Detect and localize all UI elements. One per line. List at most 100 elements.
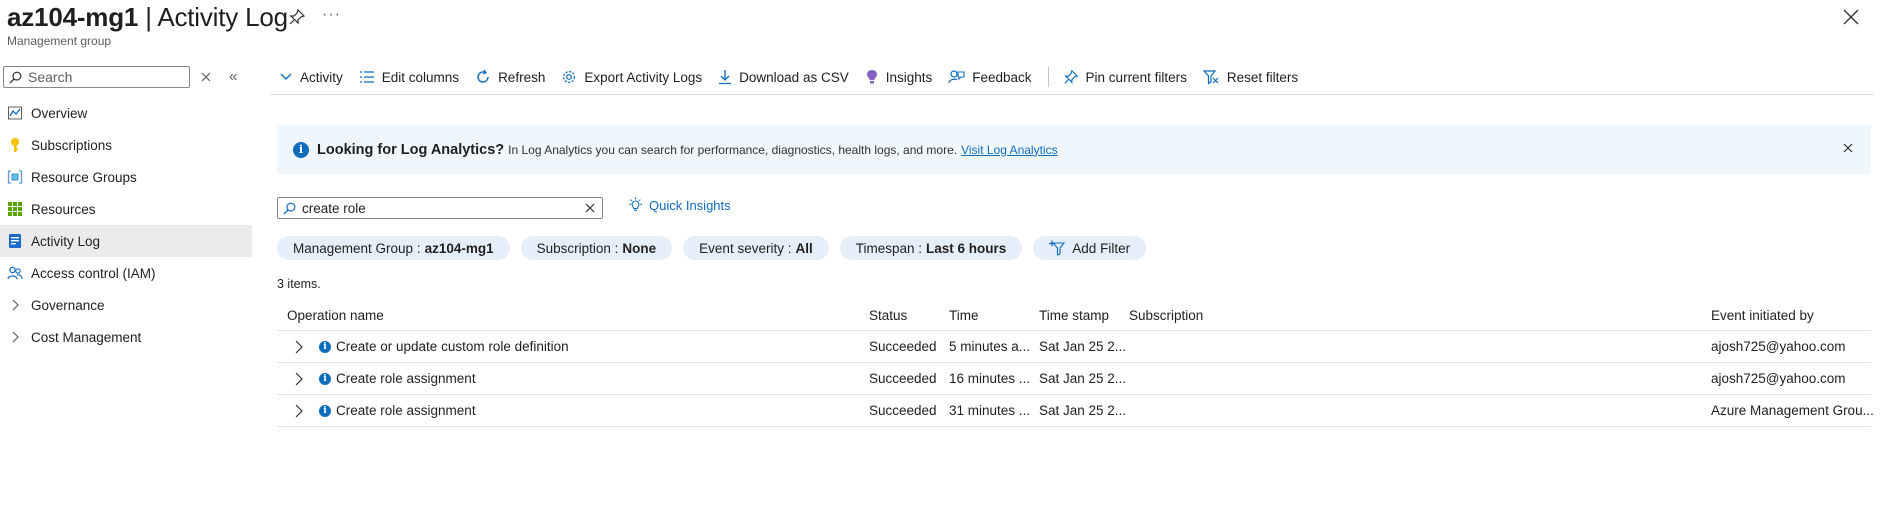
sidebar-item-subscriptions[interactable]: Subscriptions [0, 129, 252, 161]
filter-pill-timespan[interactable]: Timespan : Last 6 hours [839, 236, 1023, 260]
more-options-icon[interactable]: ··· [322, 6, 341, 24]
banner-text: In Log Analytics you can search for perf… [508, 142, 958, 157]
insights-button[interactable]: Insights [865, 69, 932, 85]
sidebar-nav: Overview Subscriptions Resource Groups R… [0, 97, 252, 353]
sidebar-item-label: Governance [31, 297, 105, 313]
activity-search-input[interactable] [302, 200, 582, 216]
pin-current-filters-button[interactable]: Pin current filters [1063, 69, 1187, 85]
chevron-right-icon [7, 331, 23, 343]
info-icon: i [319, 373, 331, 385]
refresh-icon [477, 69, 489, 83]
visit-log-analytics-link[interactable]: Visit Log Analytics [961, 143, 1058, 157]
sidebar-item-activity-log[interactable]: Activity Log [0, 225, 252, 257]
download-icon [719, 70, 732, 85]
insights-bulb-icon [866, 70, 877, 84]
operation-name[interactable]: Create role assignment [336, 371, 476, 386]
sidebar-item-resources[interactable]: Resources [0, 193, 252, 225]
activity-search-box[interactable] [277, 197, 603, 219]
sidebar-search[interactable] [3, 66, 190, 88]
overview-icon [7, 105, 23, 121]
quick-insights-link[interactable]: Quick Insights [627, 197, 731, 214]
refresh-button[interactable]: Refresh [475, 69, 545, 85]
sidebar-item-label: Subscriptions [31, 137, 113, 153]
initiated-by-cell: Azure Management Grou... [1711, 403, 1874, 418]
activity-table: Operation name Status Time Time stamp Su… [277, 300, 1874, 427]
column-header-subscription[interactable]: Subscription [1129, 308, 1203, 323]
export-activity-logs-button[interactable]: Export Activity Logs [561, 69, 702, 85]
timestamp-cell: Sat Jan 25 2... [1039, 339, 1127, 354]
sidebar-item-label: Overview [31, 105, 88, 121]
sidebar-item-resource-groups[interactable]: Resource Groups [0, 161, 252, 193]
info-banner: i Looking for Log Analytics? In Log Anal… [277, 125, 1871, 174]
operation-name[interactable]: Create role assignment [336, 403, 476, 418]
activity-log-icon [7, 233, 23, 249]
expand-chevron-icon[interactable] [293, 372, 305, 386]
key-icon [7, 137, 23, 153]
table-row[interactable]: i Create role assignment Succeeded 16 mi… [277, 363, 1871, 395]
operation-name[interactable]: Create or update custom role definition [336, 339, 569, 354]
column-header-initiated-by[interactable]: Event initiated by [1711, 308, 1814, 323]
column-header-operation[interactable]: Operation name [287, 308, 384, 323]
close-icon[interactable] [1842, 8, 1860, 26]
clear-search-icon[interactable] [199, 70, 213, 84]
activity-button[interactable]: Activity [279, 70, 343, 85]
column-header-time[interactable]: Time [949, 308, 979, 323]
sidebar-item-access-control[interactable]: Access control (IAM) [0, 257, 252, 289]
pin-icon [1063, 69, 1078, 84]
initiated-by-cell: ajosh725@yahoo.com [1711, 371, 1846, 386]
time-cell: 31 minutes ... [949, 403, 1031, 418]
sidebar-item-governance[interactable]: Governance [0, 289, 252, 321]
page-subtitle: Management group [7, 34, 112, 48]
table-row[interactable]: i Create role assignment Succeeded 31 mi… [277, 395, 1874, 427]
pin-icon[interactable] [288, 8, 306, 26]
sidebar-item-label: Resource Groups [31, 169, 137, 185]
chevron-down-icon [280, 73, 292, 80]
table-header: Operation name Status Time Time stamp Su… [277, 300, 1871, 331]
people-icon [7, 265, 23, 281]
expand-chevron-icon[interactable] [293, 404, 305, 418]
close-banner-icon[interactable] [1841, 141, 1855, 155]
command-bar: Activity Edit columns Refresh Export Act… [279, 64, 1314, 90]
feedback-button[interactable]: Feedback [948, 69, 1032, 85]
add-filter-button[interactable]: Add Filter [1033, 236, 1147, 260]
sidebar-item-cost-management[interactable]: Cost Management [0, 321, 252, 353]
edit-columns-icon [359, 71, 374, 83]
sidebar-item-label: Cost Management [31, 329, 142, 345]
timestamp-cell: Sat Jan 25 2... [1039, 403, 1127, 418]
initiated-by-cell: ajosh725@yahoo.com [1711, 339, 1846, 354]
info-icon: i [293, 141, 309, 158]
toolbar-divider-line [270, 94, 1874, 95]
grid-icon [7, 201, 23, 217]
resource-group-icon [7, 169, 23, 185]
filter-pill-event-severity[interactable]: Event severity : All [683, 236, 829, 260]
expand-chevron-icon[interactable] [293, 340, 305, 354]
banner-title: Looking for Log Analytics? [317, 141, 505, 158]
column-header-status[interactable]: Status [869, 308, 907, 323]
gear-icon [563, 70, 576, 84]
reset-filters-button[interactable]: Reset filters [1202, 69, 1298, 85]
edit-columns-button[interactable]: Edit columns [359, 70, 459, 85]
filter-pill-management-group[interactable]: Management Group : az104-mg1 [277, 236, 510, 260]
download-csv-button[interactable]: Download as CSV [718, 69, 849, 85]
sidebar-item-label: Activity Log [31, 233, 101, 249]
collapse-sidebar-icon[interactable]: « [229, 68, 237, 85]
column-header-timestamp[interactable]: Time stamp [1039, 308, 1109, 323]
info-icon: i [319, 341, 331, 353]
search-icon [9, 71, 22, 84]
items-count: 3 items. [277, 277, 321, 291]
timestamp-cell: Sat Jan 25 2... [1039, 371, 1127, 386]
search-icon [283, 202, 296, 215]
info-icon: i [319, 405, 331, 417]
lightbulb-icon [629, 197, 642, 211]
time-cell: 5 minutes a... [949, 339, 1031, 354]
status-cell: Succeeded [869, 371, 937, 386]
sidebar-search-input[interactable] [28, 69, 178, 85]
table-row[interactable]: i Create or update custom role definitio… [277, 331, 1871, 363]
clear-search-icon[interactable] [584, 202, 596, 214]
sidebar-item-overview[interactable]: Overview [0, 97, 252, 129]
status-cell: Succeeded [869, 403, 937, 418]
add-filter-icon [1049, 240, 1066, 256]
sidebar-item-label: Access control (IAM) [31, 265, 156, 281]
page-title: az104-mg1 | Activity Log [7, 2, 288, 32]
filter-pill-subscription[interactable]: Subscription : None [520, 236, 673, 260]
